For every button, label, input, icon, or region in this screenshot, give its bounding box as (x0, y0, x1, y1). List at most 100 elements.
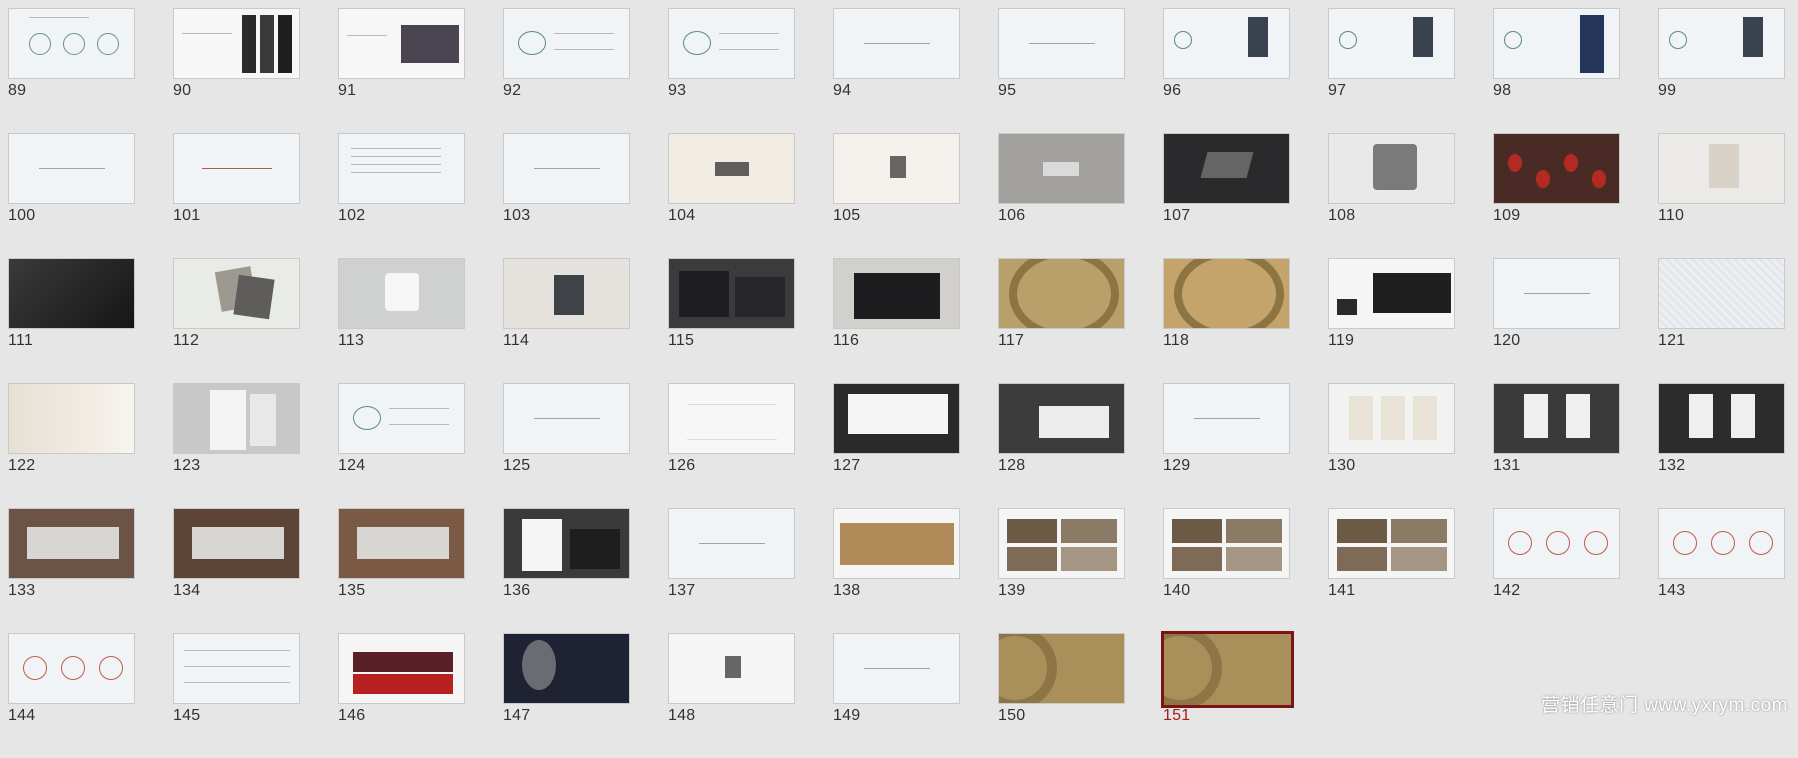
slide-preview[interactable] (1163, 383, 1290, 454)
slide-thumbnail-109[interactable]: 109 (1493, 133, 1621, 258)
slide-preview[interactable] (833, 258, 960, 329)
slide-thumbnail-142[interactable]: 142 (1493, 508, 1621, 633)
slide-preview[interactable] (503, 133, 630, 204)
slide-preview[interactable] (173, 383, 300, 454)
slide-preview[interactable] (668, 258, 795, 329)
slide-thumbnail-129[interactable]: 129 (1163, 383, 1291, 508)
slide-preview[interactable] (1328, 8, 1455, 79)
slide-preview[interactable] (1493, 258, 1620, 329)
slide-thumbnail-110[interactable]: 110 (1658, 133, 1786, 258)
slide-preview[interactable] (668, 133, 795, 204)
slide-preview[interactable] (998, 633, 1125, 704)
slide-preview[interactable] (998, 383, 1125, 454)
slide-thumbnail-93[interactable]: 93 (668, 8, 796, 133)
slide-preview[interactable] (1493, 8, 1620, 79)
slide-thumbnail-145[interactable]: 145 (173, 633, 301, 758)
slide-preview[interactable] (1658, 8, 1785, 79)
slide-thumbnail-97[interactable]: 97 (1328, 8, 1456, 133)
slide-preview[interactable] (1658, 258, 1785, 329)
slide-preview[interactable] (1163, 8, 1290, 79)
slide-preview[interactable] (833, 8, 960, 79)
slide-thumbnail-94[interactable]: 94 (833, 8, 961, 133)
slide-thumbnail-119[interactable]: 119 (1328, 258, 1456, 383)
slide-preview[interactable] (998, 8, 1125, 79)
slide-thumbnail-99[interactable]: 99 (1658, 8, 1786, 133)
slide-preview[interactable] (503, 258, 630, 329)
slide-thumbnail-108[interactable]: 108 (1328, 133, 1456, 258)
slide-thumbnail-102[interactable]: 102 (338, 133, 466, 258)
slide-preview[interactable] (668, 383, 795, 454)
slide-thumbnail-107[interactable]: 107 (1163, 133, 1291, 258)
slide-preview[interactable] (833, 383, 960, 454)
slide-preview[interactable] (173, 633, 300, 704)
slide-thumbnail-141[interactable]: 141 (1328, 508, 1456, 633)
slide-thumbnail-132[interactable]: 132 (1658, 383, 1786, 508)
slide-preview[interactable] (338, 383, 465, 454)
slide-thumbnail-90[interactable]: 90 (173, 8, 301, 133)
slide-thumbnail-101[interactable]: 101 (173, 133, 301, 258)
slide-thumbnail-125[interactable]: 125 (503, 383, 631, 508)
slide-preview[interactable] (1328, 258, 1455, 329)
slide-thumbnail-122[interactable]: 122 (8, 383, 136, 508)
slide-thumbnail-144[interactable]: 144 (8, 633, 136, 758)
slide-thumbnail-112[interactable]: 112 (173, 258, 301, 383)
slide-preview[interactable] (503, 633, 630, 704)
slide-preview[interactable] (1328, 508, 1455, 579)
slide-thumbnail-104[interactable]: 104 (668, 133, 796, 258)
slide-preview[interactable] (1658, 508, 1785, 579)
slide-thumbnail-130[interactable]: 130 (1328, 383, 1456, 508)
slide-thumbnail-150[interactable]: 150 (998, 633, 1126, 758)
slide-preview[interactable] (998, 133, 1125, 204)
slide-thumbnail-105[interactable]: 105 (833, 133, 961, 258)
slide-preview[interactable] (8, 633, 135, 704)
slide-thumbnail-137[interactable]: 137 (668, 508, 796, 633)
slide-preview[interactable] (1658, 133, 1785, 204)
slide-preview[interactable] (338, 508, 465, 579)
slide-thumbnail-106[interactable]: 106 (998, 133, 1126, 258)
slide-preview[interactable] (503, 8, 630, 79)
slide-preview[interactable] (668, 633, 795, 704)
slide-preview[interactable] (503, 383, 630, 454)
slide-thumbnail-92[interactable]: 92 (503, 8, 631, 133)
slide-preview[interactable] (1328, 133, 1455, 204)
slide-preview[interactable] (668, 508, 795, 579)
slide-preview[interactable] (8, 8, 135, 79)
slide-thumbnail-149[interactable]: 149 (833, 633, 961, 758)
slide-thumbnail-121[interactable]: 121 (1658, 258, 1786, 383)
slide-preview[interactable] (1658, 383, 1785, 454)
slide-thumbnail-138[interactable]: 138 (833, 508, 961, 633)
slide-thumbnail-136[interactable]: 136 (503, 508, 631, 633)
slide-preview[interactable] (1493, 133, 1620, 204)
slide-thumbnail-140[interactable]: 140 (1163, 508, 1291, 633)
slide-thumbnail-114[interactable]: 114 (503, 258, 631, 383)
slide-preview[interactable] (173, 8, 300, 79)
slide-thumbnail-123[interactable]: 123 (173, 383, 301, 508)
slide-thumbnail-120[interactable]: 120 (1493, 258, 1621, 383)
slide-thumbnail-127[interactable]: 127 (833, 383, 961, 508)
slide-thumbnail-133[interactable]: 133 (8, 508, 136, 633)
slide-thumbnail-95[interactable]: 95 (998, 8, 1126, 133)
slide-preview[interactable] (338, 133, 465, 204)
slide-preview[interactable] (8, 508, 135, 579)
slide-preview[interactable] (8, 133, 135, 204)
slide-thumbnail-128[interactable]: 128 (998, 383, 1126, 508)
slide-preview[interactable] (1328, 383, 1455, 454)
slide-preview[interactable] (833, 133, 960, 204)
slide-thumbnail-103[interactable]: 103 (503, 133, 631, 258)
slide-thumbnail-98[interactable]: 98 (1493, 8, 1621, 133)
slide-thumbnail-100[interactable]: 100 (8, 133, 136, 258)
slide-thumbnail-134[interactable]: 134 (173, 508, 301, 633)
slide-preview[interactable] (1163, 258, 1290, 329)
slide-thumbnail-135[interactable]: 135 (338, 508, 466, 633)
slide-thumbnail-124[interactable]: 124 (338, 383, 466, 508)
slide-thumbnail-96[interactable]: 96 (1163, 8, 1291, 133)
slide-thumbnail-111[interactable]: 111 (8, 258, 136, 383)
slide-preview[interactable] (503, 508, 630, 579)
slide-preview[interactable] (998, 258, 1125, 329)
slide-thumbnail-89[interactable]: 89 (8, 8, 136, 133)
slide-thumbnail-147[interactable]: 147 (503, 633, 631, 758)
slide-thumbnail-151[interactable]: 151 (1161, 631, 1294, 758)
slide-preview[interactable] (338, 8, 465, 79)
slide-thumbnail-118[interactable]: 118 (1163, 258, 1291, 383)
slide-preview[interactable] (1161, 631, 1294, 708)
